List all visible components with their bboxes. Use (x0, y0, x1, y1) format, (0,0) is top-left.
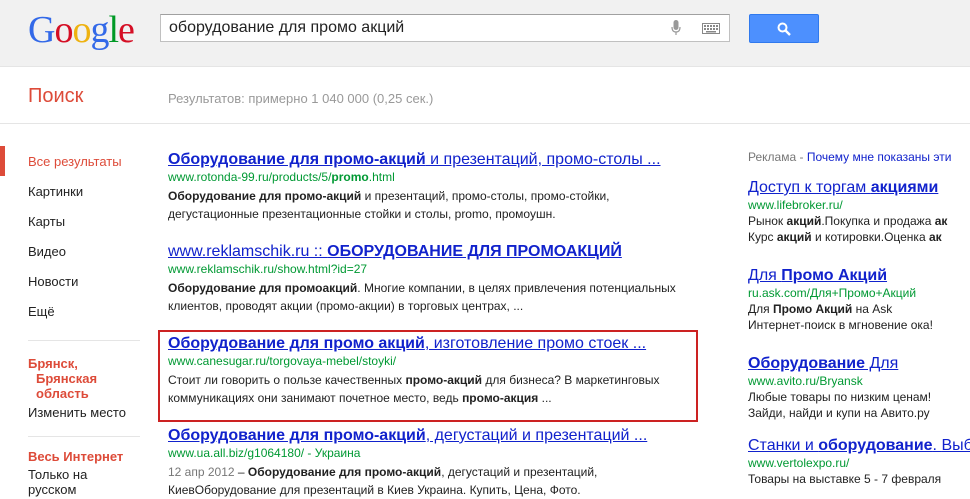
result-snippet: 12 апр 2012 – Оборудование для промо-акц… (168, 465, 598, 497)
google-logo[interactable]: Google (28, 8, 135, 52)
ad-title-link[interactable]: Для Промо Акций (748, 267, 887, 284)
result-title-link[interactable]: Оборудование для промо-акций, дегустаций… (168, 426, 688, 446)
ad-item: Доступ к торгам акциями www.lifebroker.r… (748, 178, 970, 245)
nav-item-news[interactable]: Новости (28, 274, 78, 289)
ad-url: www.lifebroker.ru/ (748, 198, 843, 212)
ad-title-link[interactable]: Оборудование Для (748, 355, 898, 372)
ad-item: Оборудование Для www.avito.ru/Bryansk Лю… (748, 354, 970, 421)
ad-text-line: Любые товары по низким ценам! (748, 390, 932, 404)
ad-text-line: Интернет-поиск в мгновение ока! (748, 318, 933, 332)
result-highlight-box (158, 330, 698, 422)
ad-text-line: Рынок акций.Покупка и продажа ак (748, 214, 948, 228)
nav-separator (28, 340, 140, 341)
nav-item-images[interactable]: Картинки (28, 184, 83, 199)
nav-separator (28, 436, 140, 437)
search-box[interactable] (160, 14, 730, 42)
ad-title-link[interactable]: Доступ к торгам акциями (748, 179, 938, 196)
sub-bar (0, 67, 970, 124)
nav-item-maps[interactable]: Карты (28, 214, 65, 229)
location-name: Брянск, Брянская область (28, 356, 98, 401)
change-location-link[interactable]: Изменить место (28, 405, 126, 420)
result-url: www.rotonda-99.ru/products/5/promo.html (168, 170, 395, 184)
scope-title: Весь Интернет (28, 449, 124, 464)
ad-text-line: Товары на выставке 5 - 7 февраля (748, 472, 942, 486)
nav-item-more[interactable]: Ещё (28, 304, 55, 319)
ads-column: Реклама - Почему мне показаны эти Доступ… (748, 150, 970, 486)
nav-item-all-results[interactable]: Все результаты (28, 154, 122, 169)
search-icon (777, 22, 791, 36)
ad-text-line: Зайди, найди и купи на Авито.ру (748, 406, 930, 420)
search-result: Оборудование для промо-акций, дегустаций… (168, 426, 688, 499)
ad-item: Станки и оборудование. Выб www.vertolexp… (748, 436, 970, 487)
ads-label: Реклама - Почему мне показаны эти (748, 150, 952, 164)
ad-title-link[interactable]: Станки и оборудование. Выб (748, 437, 970, 454)
ad-text-line: Курс акций и котировки.Оценка ак (748, 230, 942, 244)
ad-text-line: Для Промо Акций на Ask (748, 302, 893, 316)
active-nav-marker (0, 146, 5, 176)
result-url: www.ua.all.biz/g1064180/ - Украина (168, 446, 361, 460)
search-button[interactable] (749, 14, 819, 43)
keyboard-icon[interactable] (702, 23, 720, 34)
scope-option-russian[interactable]: Только на русском (28, 467, 87, 497)
ad-url: www.avito.ru/Bryansk (748, 374, 863, 388)
search-result: Оборудование для промо-акций и презентац… (168, 150, 688, 223)
microphone-icon[interactable] (671, 20, 681, 36)
result-title-link[interactable]: www.reklamschik.ru :: ОБОРУДОВАНИЕ ДЛЯ П… (168, 242, 688, 262)
search-input[interactable] (169, 15, 649, 41)
ad-url: ru.ask.com/Для+Промо+Акций (748, 286, 917, 300)
result-snippet: Оборудование для промо-акций и презентац… (168, 189, 610, 221)
ad-item: Для Промо Акций ru.ask.com/Для+Промо+Акц… (748, 266, 970, 333)
result-title-link[interactable]: Оборудование для промо-акций и презентац… (168, 150, 688, 170)
section-title: Поиск (28, 85, 84, 107)
ads-why-link[interactable]: Почему мне показаны эти (807, 150, 952, 164)
result-stats: Результатов: примерно 1 040 000 (0,25 се… (168, 91, 434, 106)
ad-url: www.vertolexpo.ru/ (748, 456, 850, 470)
result-snippet: Оборудование для промоакций. Многие комп… (168, 281, 676, 313)
nav-item-video[interactable]: Видео (28, 244, 66, 259)
result-url: www.reklamschik.ru/show.html?id=27 (168, 262, 368, 276)
search-result: www.reklamschik.ru :: ОБОРУДОВАНИЕ ДЛЯ П… (168, 242, 688, 315)
